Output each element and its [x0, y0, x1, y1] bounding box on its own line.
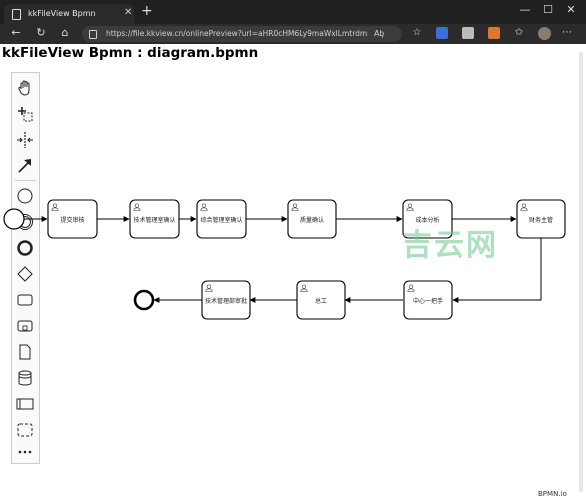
- watermark: 吉云网: [402, 228, 498, 263]
- start-event[interactable]: [3, 208, 25, 230]
- task-label: 技术管理部审批: [204, 298, 247, 305]
- task-label: 提交审核: [60, 217, 85, 224]
- task-label: 质量确认: [299, 217, 324, 224]
- task-label: 总工: [314, 298, 327, 305]
- task-label: 财务主管: [528, 217, 553, 224]
- vertical-scrollbar[interactable]: [579, 52, 583, 492]
- task-label: 中心一把手: [412, 298, 443, 305]
- task-label: 综合管理室确认: [200, 217, 243, 224]
- bpmn-io-logo[interactable]: BPMN.io: [538, 490, 567, 498]
- bpmn-canvas[interactable]: [0, 0, 586, 500]
- task-label: 技术管理室确认: [133, 217, 176, 224]
- end-event[interactable]: [133, 289, 155, 311]
